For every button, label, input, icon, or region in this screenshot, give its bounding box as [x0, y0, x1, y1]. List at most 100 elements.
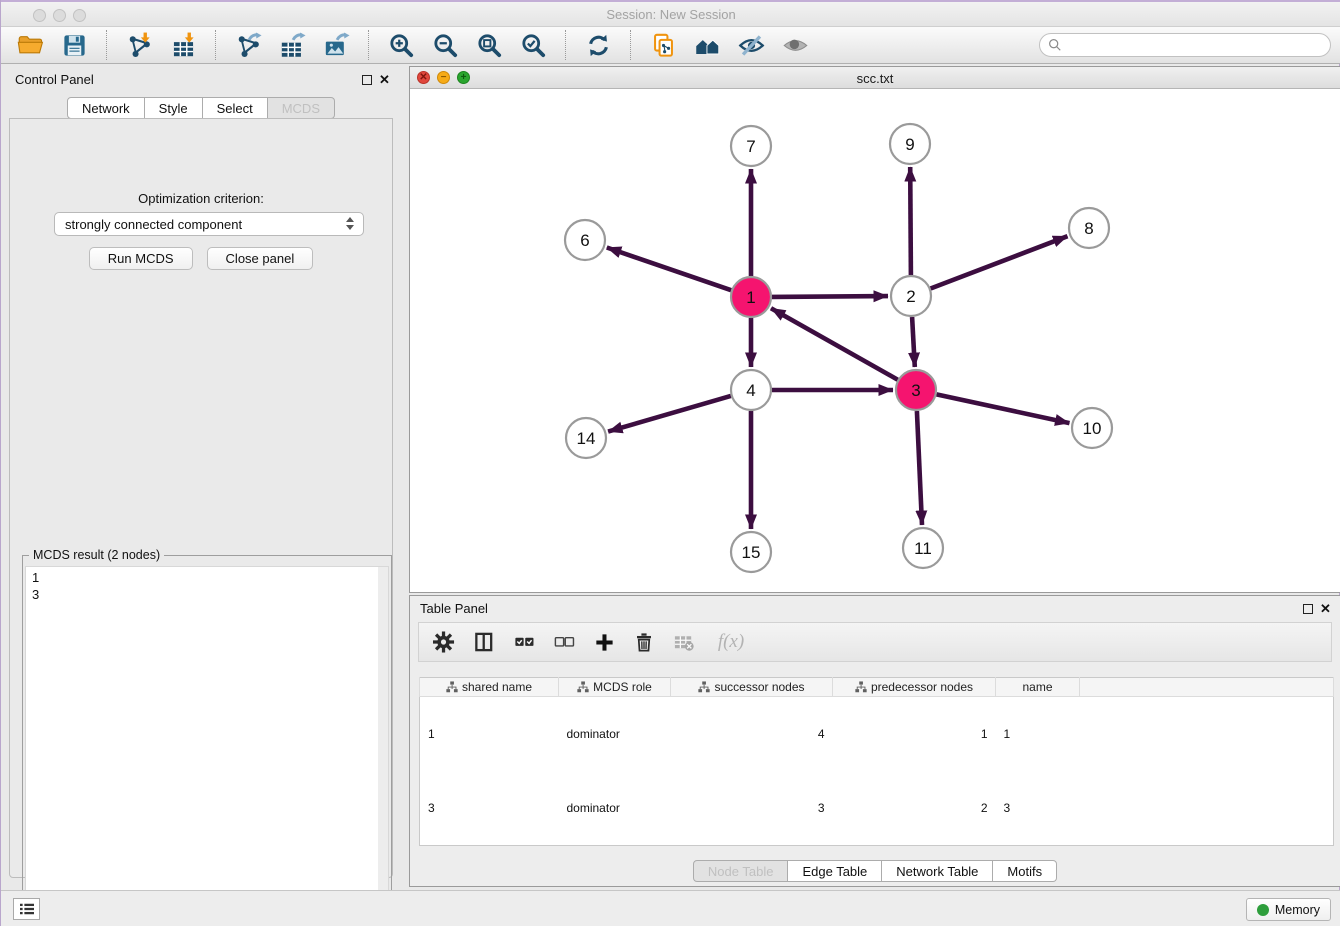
edge-2-8[interactable] [931, 236, 1068, 288]
cell[interactable]: dominator [559, 771, 671, 846]
node-1[interactable]: 1 [731, 277, 771, 317]
node-14[interactable]: 14 [566, 418, 606, 458]
tab-mcds[interactable]: MCDS [268, 97, 335, 119]
delete-table-button[interactable] [671, 629, 697, 655]
tab-edge-table[interactable]: Edge Table [788, 860, 882, 882]
node-3[interactable]: 3 [896, 370, 936, 410]
scrollbar[interactable] [378, 567, 388, 926]
table-panel-float-icon[interactable] [1303, 604, 1313, 614]
deselect-all-rows-button[interactable] [551, 629, 577, 655]
memory-button[interactable]: Memory [1246, 898, 1331, 921]
control-panel: Control Panel ✕ NetworkStyleSelectMCDS O… [1, 64, 401, 886]
edge-2-3[interactable] [912, 317, 915, 367]
zoom-selected-button[interactable] [514, 29, 552, 61]
edge-1-2[interactable] [772, 296, 888, 297]
toolbar-separator [215, 30, 216, 60]
show-all-button[interactable] [776, 29, 814, 61]
import-network-button[interactable] [120, 29, 158, 61]
cell[interactable]: 1 [996, 697, 1080, 772]
select-all-rows-button[interactable] [511, 629, 537, 655]
node-label: 2 [906, 287, 915, 306]
node-table[interactable]: shared nameMCDS rolesuccessor nodesprede… [419, 677, 1334, 846]
tab-select[interactable]: Select [203, 97, 268, 119]
refresh-view-icon [585, 32, 612, 59]
node-2[interactable]: 2 [891, 276, 931, 316]
close-panel-button[interactable]: Close panel [207, 247, 314, 270]
dropdown-selected-value: strongly connected component [65, 217, 242, 232]
zoom-fit-button[interactable] [470, 29, 508, 61]
edge-3-11[interactable] [917, 411, 922, 525]
optimization-criterion-label: Optimization criterion: [10, 191, 392, 206]
table-panel: Table Panel ✕ f(x) shared nameMCDS roles… [409, 595, 1340, 887]
network-canvas[interactable]: 7 9 6 8 1 2 4 3 14 10 15 11 [410, 89, 1340, 592]
edge-3-1[interactable] [771, 308, 898, 379]
node-15[interactable]: 15 [731, 532, 771, 572]
table-panel-close-icon[interactable]: ✕ [1320, 601, 1331, 617]
tab-network[interactable]: Network [67, 97, 145, 119]
edge-3-10[interactable] [937, 394, 1070, 423]
node-9[interactable]: 9 [890, 124, 930, 164]
node-7[interactable]: 7 [731, 126, 771, 166]
control-panel-close-icon[interactable]: ✕ [379, 72, 390, 88]
cell[interactable]: 2 [833, 771, 996, 846]
task-history-button[interactable] [13, 898, 40, 920]
search-input[interactable] [1068, 38, 1322, 52]
toolbar-buttons [11, 29, 814, 61]
column-visibility-button[interactable] [471, 629, 497, 655]
export-image-button[interactable] [317, 29, 355, 61]
column-header-name[interactable]: name [996, 678, 1080, 697]
open-session-button[interactable] [11, 29, 49, 61]
cell[interactable]: dominator [559, 697, 671, 772]
cell[interactable]: 3 [996, 771, 1080, 846]
node-10[interactable]: 10 [1072, 408, 1112, 448]
cell[interactable]: 3 [671, 771, 833, 846]
export-network-button[interactable] [229, 29, 267, 61]
node-8[interactable]: 8 [1069, 208, 1109, 248]
column-type-icon [446, 681, 458, 693]
search-icon [1048, 38, 1062, 52]
table-row[interactable]: 3dominator323 [420, 771, 1334, 846]
cell[interactable]: 3 [420, 771, 559, 846]
column-header-MCDS-role[interactable]: MCDS role [559, 678, 671, 697]
tab-style[interactable]: Style [145, 97, 203, 119]
node-6[interactable]: 6 [565, 220, 605, 260]
cell[interactable]: 4 [671, 697, 833, 772]
show-all-icon [782, 32, 809, 59]
save-session-button[interactable] [55, 29, 93, 61]
zoom-out-button[interactable] [426, 29, 464, 61]
node-11[interactable]: 11 [903, 528, 943, 568]
edge-1-6[interactable] [607, 248, 731, 291]
run-mcds-button[interactable]: Run MCDS [89, 247, 193, 270]
control-panel-float-icon[interactable] [362, 75, 372, 85]
edge-2-9[interactable] [910, 167, 911, 275]
zoom-in-button[interactable] [382, 29, 420, 61]
table-settings-button[interactable] [431, 629, 457, 655]
table-row[interactable]: 1dominator411 [420, 697, 1334, 772]
apply-function-button[interactable]: f(x) [711, 629, 751, 655]
add-column-button[interactable] [591, 629, 617, 655]
refresh-view-button[interactable] [579, 29, 617, 61]
optimization-criterion-dropdown[interactable]: strongly connected component [54, 212, 364, 236]
mcds-result-list[interactable]: 13 [25, 566, 389, 926]
tab-network-table[interactable]: Network Table [882, 860, 993, 882]
tab-motifs[interactable]: Motifs [993, 860, 1057, 882]
import-network-icon [126, 32, 153, 59]
first-neighbors-button[interactable] [688, 29, 726, 61]
column-header-predecessor-nodes[interactable]: predecessor nodes [833, 678, 996, 697]
edge-4-14[interactable] [608, 396, 731, 432]
node-4[interactable]: 4 [731, 370, 771, 410]
search-box[interactable] [1039, 33, 1331, 57]
cell[interactable]: 1 [833, 697, 996, 772]
clone-network-button[interactable] [644, 29, 682, 61]
network-frame-titlebar[interactable]: ✕ − + scc.txt [410, 67, 1340, 89]
column-header-shared-name[interactable]: shared name [420, 678, 559, 697]
mcds-result-item: 3 [32, 586, 388, 603]
hide-selected-button[interactable] [732, 29, 770, 61]
cell[interactable]: 1 [420, 697, 559, 772]
export-table-button[interactable] [273, 29, 311, 61]
delete-column-button[interactable] [631, 629, 657, 655]
network-view-frame: ✕ − + scc.txt 7 9 6 8 1 2 4 3 14 10 15 11 [409, 66, 1340, 593]
tab-node-table[interactable]: Node Table [693, 860, 789, 882]
import-table-button[interactable] [164, 29, 202, 61]
column-header-successor-nodes[interactable]: successor nodes [671, 678, 833, 697]
